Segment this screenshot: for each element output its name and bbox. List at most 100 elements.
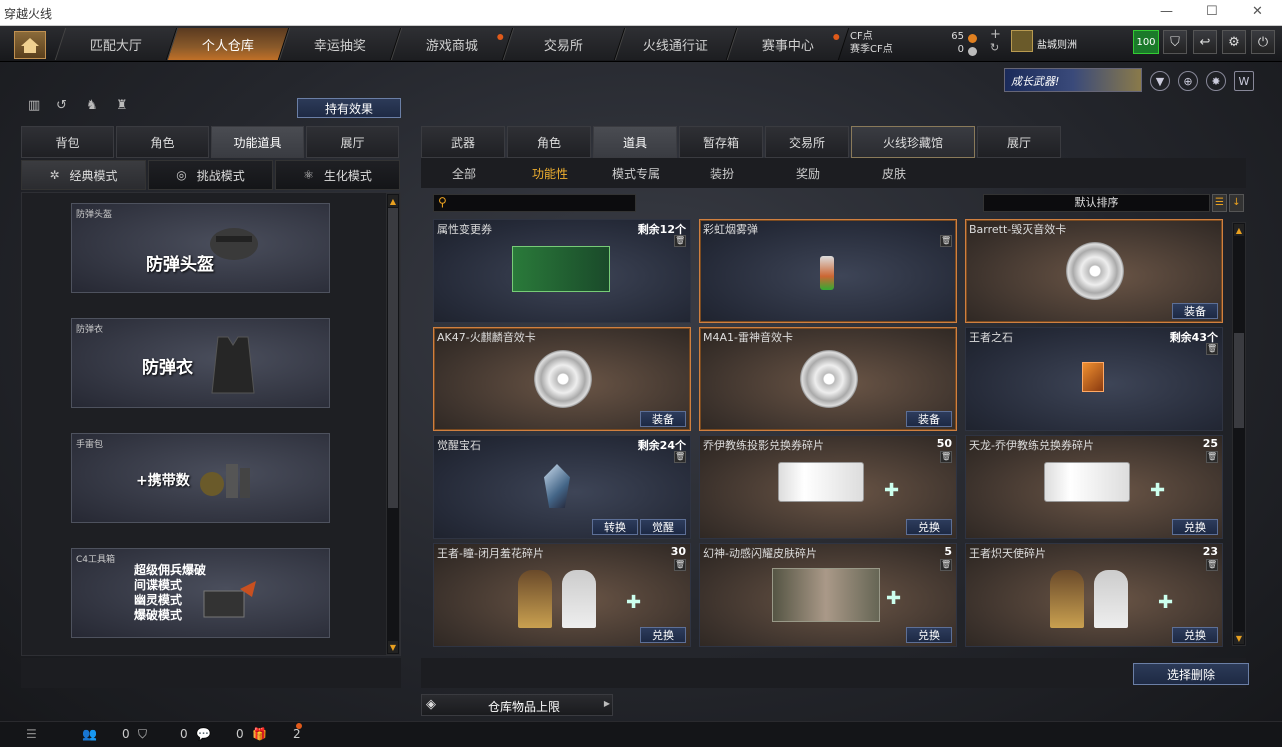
item-action-button[interactable]: 兑换 [1172, 627, 1218, 643]
friends-icon[interactable]: 👥 [82, 727, 97, 741]
filter-tab[interactable]: 全部 [421, 158, 507, 188]
search-input[interactable]: ⚲ [433, 194, 636, 212]
item-card[interactable]: 王者之石 剩余43个 🗑 [965, 327, 1223, 431]
holding-effect-button[interactable]: 持有效果 [297, 98, 401, 118]
back-icon[interactable]: ↩ [1193, 30, 1217, 54]
left-tab[interactable]: 角色 [116, 126, 209, 158]
shield-icon[interactable]: ⛉ [1163, 30, 1187, 54]
gift-icon[interactable]: 🎁 [252, 727, 267, 741]
nav-tab[interactable]: 个人仓库 [166, 28, 290, 60]
item-card[interactable]: AK47-火麒麟音效卡 装备 [433, 327, 691, 431]
left-tab[interactable]: 功能道具 [211, 126, 304, 158]
item-card[interactable]: 觉醒宝石 剩余24个 🗑 转换 觉醒 [433, 435, 691, 539]
item-action-button[interactable]: 装备 [1172, 303, 1218, 319]
mode-tab[interactable]: ✲ 经典模式 [21, 160, 146, 190]
item-card[interactable]: 王者-瞳-闭月羞花碎片 30 🗑 ✚ 兑换 [433, 543, 691, 647]
menu-icon[interactable]: ☰ [26, 727, 37, 741]
item-action-button[interactable]: 装备 [640, 411, 686, 427]
clan-shield-icon[interactable]: ⛉ [138, 727, 147, 742]
right-tab[interactable]: 交易所 [765, 126, 849, 158]
item-card[interactable]: Barrett-毁灭音效卡 装备 [965, 219, 1223, 323]
history-icon[interactable]: ↺ [56, 98, 74, 116]
mode-tab[interactable]: ◎ 挑战模式 [148, 160, 273, 190]
armor-slot[interactable]: 防弹衣 防弹衣 [71, 318, 330, 408]
refresh-icon[interactable]: ↻ [990, 41, 999, 54]
scroll-down-icon[interactable]: ▼ [388, 641, 398, 653]
stats-icon[interactable]: ▥ [28, 98, 46, 116]
sort-direction-icon[interactable]: ↓ [1229, 194, 1244, 212]
filter-tab[interactable]: 皮肤 [851, 158, 937, 188]
nav-tab[interactable]: 交易所 [502, 28, 626, 60]
sort-dropdown[interactable]: 默认排序 [983, 194, 1210, 212]
scroll-down-icon[interactable]: ▼ [1234, 632, 1244, 644]
bag-icon[interactable]: ♜ [116, 98, 134, 116]
gear-icon[interactable]: ⚙ [1222, 30, 1246, 54]
target-icon[interactable]: ⊕ [1178, 71, 1198, 91]
power-icon[interactable]: ⏻ [1251, 30, 1275, 54]
left-tab[interactable]: 展厅 [306, 126, 399, 158]
trash-icon[interactable]: 🗑 [674, 451, 686, 463]
storage-limit-bar[interactable]: ◈ 仓库物品上限 ▶ [421, 694, 613, 716]
item-action-button[interactable]: 转换 [592, 519, 638, 535]
item-action-button[interactable]: 兑换 [906, 519, 952, 535]
mode-tab[interactable]: ⚛ 生化模式 [275, 160, 400, 190]
grenade-pack-slot[interactable]: 手雷包 +携带数 [71, 433, 330, 523]
trash-icon[interactable]: 🗑 [674, 235, 686, 247]
filter-tab[interactable]: 模式专属 [593, 158, 679, 188]
minimize-button[interactable]: — [1160, 4, 1173, 19]
scroll-thumb[interactable] [388, 208, 398, 508]
trash-icon[interactable]: 🗑 [940, 559, 952, 571]
right-tab[interactable]: 展厅 [977, 126, 1061, 158]
home-button[interactable] [14, 31, 46, 59]
filter-tab[interactable]: 装扮 [679, 158, 765, 188]
helmet-slot[interactable]: 防弹头盔 防弹头盔 [71, 203, 330, 293]
recharge-plus-icon[interactable]: + [990, 27, 1001, 42]
right-tab[interactable]: 角色 [507, 126, 591, 158]
item-action-button[interactable]: 兑换 [640, 627, 686, 643]
explode-icon[interactable]: ✸ [1206, 71, 1226, 91]
character-icon[interactable]: ♞ [86, 98, 104, 116]
filter-tab[interactable]: 奖励 [765, 158, 851, 188]
trash-icon[interactable]: 🗑 [674, 559, 686, 571]
item-card[interactable]: 彩虹烟雾弹 🗑 [699, 219, 957, 323]
close-button[interactable]: ✕ [1252, 4, 1263, 19]
grid-scrollbar[interactable]: ▲ ▼ [1232, 222, 1246, 646]
trash-icon[interactable]: 🗑 [1206, 451, 1218, 463]
scroll-up-icon[interactable]: ▲ [388, 195, 398, 207]
item-card[interactable]: 属性变更券 剩余12个 🗑 [433, 219, 691, 323]
item-action-button[interactable]: 装备 [906, 411, 952, 427]
select-delete-button[interactable]: 选择删除 [1133, 663, 1249, 685]
item-action-button[interactable]: 兑换 [906, 627, 952, 643]
rank-shield-icon[interactable]: ▼ [1150, 71, 1170, 91]
right-tab[interactable]: 道具 [593, 126, 677, 158]
item-card[interactable]: 王者炽天使碎片 23 🗑 ✚ 兑换 [965, 543, 1223, 647]
nav-tab[interactable]: 游戏商城 [390, 28, 514, 60]
right-tab[interactable]: 暂存箱 [679, 126, 763, 158]
item-action-button[interactable]: 兑换 [1172, 519, 1218, 535]
chat-icon[interactable]: 💬 [196, 727, 211, 741]
c4-toolbox-slot[interactable]: C4工具箱 超级佣兵爆破 间谍模式 幽灵模式 爆破模式 [71, 548, 330, 638]
right-tab[interactable]: 武器 [421, 126, 505, 158]
trash-icon[interactable]: 🗑 [1206, 343, 1218, 355]
trash-icon[interactable]: 🗑 [940, 451, 952, 463]
item-card[interactable]: 幻神-动感闪耀皮肤碎片 5 🗑 ✚ 兑换 [699, 543, 957, 647]
item-card[interactable]: 天龙-乔伊教练兑换券碎片 25 🗑 ✚ 兑换 [965, 435, 1223, 539]
nav-tab[interactable]: 匹配大厅 [54, 28, 178, 60]
maximize-button[interactable]: ☐ [1206, 4, 1218, 19]
left-scrollbar[interactable]: ▲ ▼ [386, 193, 400, 655]
growth-weapon-banner[interactable]: 成长武器! [1004, 68, 1142, 92]
nav-tab[interactable]: 赛事中心 [726, 28, 850, 60]
scroll-up-icon[interactable]: ▲ [1234, 224, 1244, 236]
nav-tab[interactable]: 幸运抽奖 [278, 28, 402, 60]
nav-tab[interactable]: 火线通行证 [614, 28, 738, 60]
filter-tab[interactable]: 功能性 [507, 158, 593, 188]
item-card[interactable]: M4A1-雷神音效卡 装备 [699, 327, 957, 431]
trash-icon[interactable]: 🗑 [1206, 559, 1218, 571]
scroll-thumb[interactable] [1234, 333, 1244, 428]
item-action-button[interactable]: 觉醒 [640, 519, 686, 535]
item-card[interactable]: 乔伊教练投影兑换券碎片 50 🗑 ✚ 兑换 [699, 435, 957, 539]
trash-icon[interactable]: 🗑 [940, 235, 952, 247]
left-tab[interactable]: 背包 [21, 126, 114, 158]
wing-icon[interactable]: W [1234, 71, 1254, 91]
right-tab[interactable]: 火线珍藏馆 [851, 126, 975, 158]
